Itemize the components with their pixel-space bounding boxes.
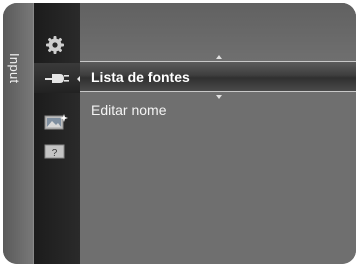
scroll-up-arrow-icon[interactable] — [216, 55, 222, 59]
picture-icon[interactable] — [34, 109, 80, 139]
tv-menu-frame: Input ? Lista de fontes Editar nome — [3, 3, 356, 264]
settings-gear-icon[interactable] — [34, 30, 80, 60]
side-tab-label: Input — [7, 53, 22, 84]
help-icon[interactable]: ? — [34, 139, 80, 169]
menu-item-editar-nome[interactable]: Editar nome — [80, 99, 356, 121]
menu-item-lista-de-fontes[interactable]: Lista de fontes — [80, 61, 356, 92]
category-icon-column: ? — [34, 3, 81, 264]
menu-item-label: Lista de fontes — [91, 69, 190, 85]
input-menu-panel: Lista de fontes Editar nome — [80, 3, 356, 264]
svg-text:?: ? — [52, 148, 58, 159]
input-plug-icon[interactable] — [34, 63, 81, 93]
panel-header-area — [80, 3, 356, 60]
input-side-tab: Input — [3, 3, 34, 264]
menu-item-label: Editar nome — [91, 102, 167, 118]
